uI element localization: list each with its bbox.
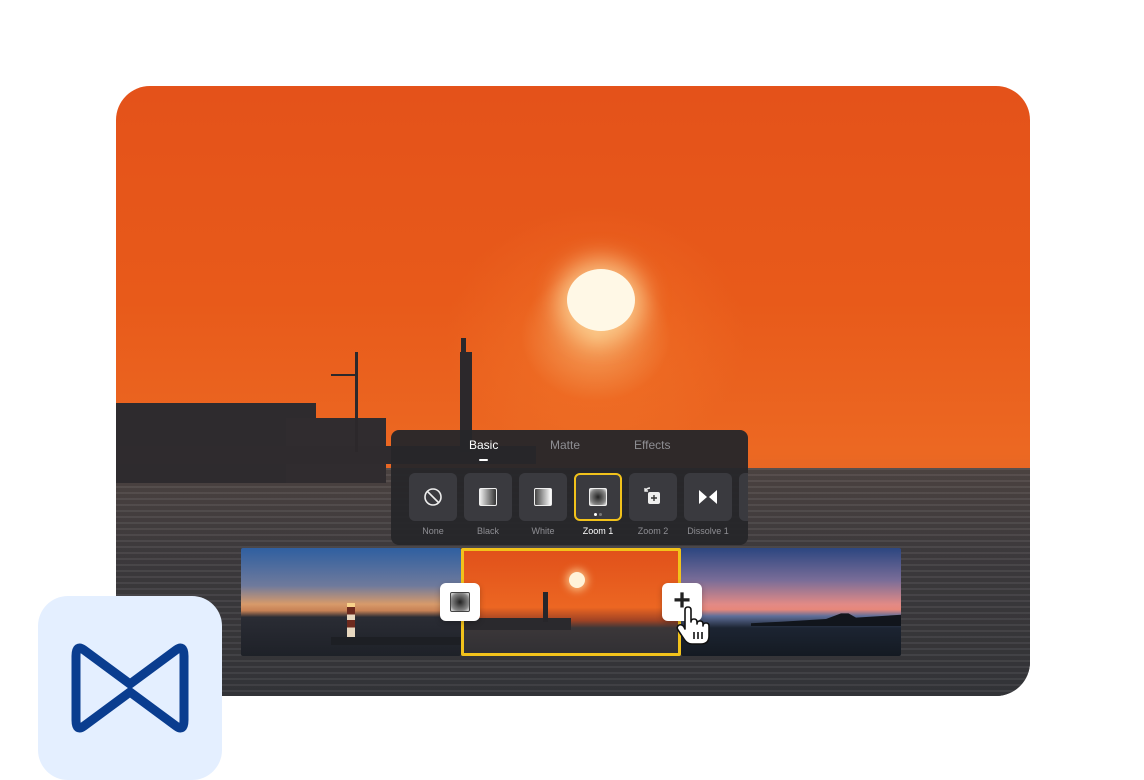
- transition-tabs: Basic Matte Effects: [391, 438, 748, 462]
- lighthouse: [347, 603, 355, 641]
- transition-zoom-1[interactable]: [574, 473, 622, 521]
- fade-white-icon: [534, 488, 552, 506]
- tab-effects[interactable]: Effects: [634, 438, 670, 452]
- transition-none[interactable]: [409, 473, 457, 521]
- transition-white[interactable]: [519, 473, 567, 521]
- transition-zoom-2-label: Zoom 2: [637, 526, 669, 536]
- fade-black-icon: [479, 488, 497, 506]
- dissolve-icon: [699, 490, 717, 504]
- transition-panel: Basic Matte Effects None Black White Zoo…: [391, 430, 748, 545]
- page-dot: [594, 513, 597, 516]
- none-icon: [424, 488, 442, 506]
- transition-black-label: Black: [476, 526, 499, 536]
- transition-logo-icon: [71, 643, 189, 733]
- transition-dissolve-1-label: Dissolve 1: [687, 526, 729, 536]
- zoom-out-icon: [644, 487, 660, 504]
- breakwater: [331, 637, 461, 645]
- clip-sun: [569, 572, 585, 588]
- timeline-clip-1[interactable]: [241, 548, 461, 656]
- lamp-pole: [355, 352, 358, 452]
- active-tab-indicator: [479, 459, 488, 461]
- transition-white-label: White: [531, 526, 555, 536]
- tab-matte[interactable]: Matte: [550, 438, 580, 452]
- timeline-clip-3[interactable]: [681, 548, 901, 656]
- transition-zoom-1-label: Zoom 1: [582, 526, 614, 536]
- clip-shoreline: [751, 613, 901, 626]
- timeline-clip-2[interactable]: [461, 548, 681, 656]
- app-logo-tile: [38, 596, 222, 780]
- transition-zoom-2[interactable]: [629, 473, 677, 521]
- zoom-in-icon: [450, 592, 470, 612]
- transition-next-partial[interactable]: [739, 473, 748, 521]
- transition-marker-zoom[interactable]: [440, 583, 480, 621]
- zoom-in-icon: [589, 488, 607, 506]
- sun: [567, 269, 635, 331]
- page-dots: [594, 513, 602, 516]
- timeline-strip: [241, 548, 901, 656]
- tab-basic[interactable]: Basic: [469, 438, 498, 452]
- transition-black[interactable]: [464, 473, 512, 521]
- transition-dissolve-1[interactable]: [684, 473, 732, 521]
- page-dot: [599, 513, 602, 516]
- transition-none-label: None: [422, 526, 444, 536]
- clip-tower: [543, 592, 548, 622]
- sun-glow: [446, 206, 746, 466]
- lamp-arm: [331, 374, 357, 376]
- hand-cursor-icon: [676, 606, 710, 645]
